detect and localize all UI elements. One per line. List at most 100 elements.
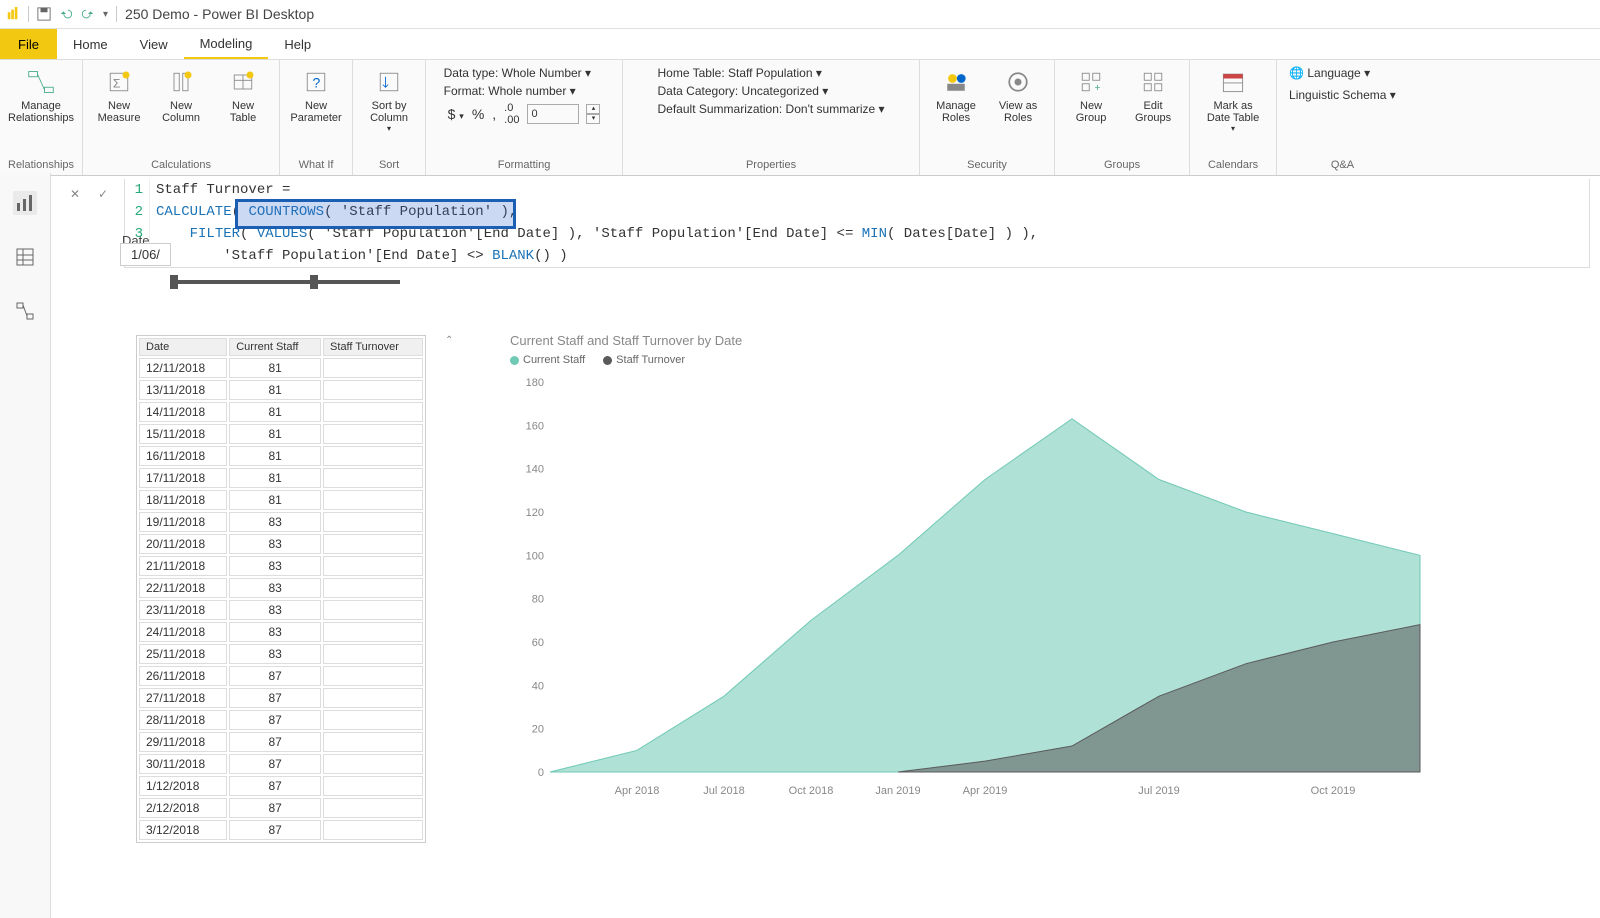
qat-dropdown-icon[interactable]: ▾ xyxy=(103,9,108,20)
app-icon xyxy=(6,7,20,21)
tab-view[interactable]: View xyxy=(124,29,184,59)
manage-roles-button[interactable]: Manage Roles xyxy=(928,64,984,124)
table-row[interactable]: 30/11/201887 xyxy=(139,754,423,774)
table-row[interactable]: 20/11/201883 xyxy=(139,534,423,554)
group-properties-label: Properties xyxy=(746,159,796,173)
manage-relationships-button[interactable]: Manage Relationships xyxy=(13,64,69,124)
svg-text:Jul 2019: Jul 2019 xyxy=(1138,785,1180,797)
tab-modeling[interactable]: Modeling xyxy=(184,29,269,59)
table-row[interactable]: 26/11/201887 xyxy=(139,666,423,686)
table-row[interactable]: 2/12/201887 xyxy=(139,798,423,818)
new-column-button[interactable]: New Column xyxy=(153,64,209,124)
new-table-button[interactable]: New Table xyxy=(215,64,271,124)
data-table[interactable]: Date Current Staff Staff Turnover 12/11/… xyxy=(136,335,426,843)
format-dropdown[interactable]: Format: Whole number ▾ xyxy=(444,84,605,98)
home-table-dropdown[interactable]: Home Table: Staff Population ▾ xyxy=(658,66,885,80)
table-row[interactable]: 27/11/201887 xyxy=(139,688,423,708)
sort-by-column-button[interactable]: Sort by Column▾ xyxy=(361,64,417,133)
report-view-button[interactable] xyxy=(13,191,37,215)
table-row[interactable]: 14/11/201881 xyxy=(139,402,423,422)
report-canvas: ✕ ✓ 1Staff Turnover = 2CALCULATE( COUNTR… xyxy=(50,173,1600,900)
svg-text:80: 80 xyxy=(532,594,544,606)
group-relationships-label: Relationships xyxy=(8,159,74,173)
formula-editor[interactable]: 1Staff Turnover = 2CALCULATE( COUNTROWS(… xyxy=(124,179,1590,268)
view-as-roles-button[interactable]: View as Roles xyxy=(990,64,1046,124)
data-category-dropdown[interactable]: Data Category: Uncategorized ▾ xyxy=(658,84,885,98)
decimals-input[interactable]: 0 xyxy=(527,104,579,124)
data-type-dropdown[interactable]: Data type: Whole Number ▾ xyxy=(444,66,605,80)
new-parameter-button[interactable]: ?New Parameter xyxy=(288,64,344,124)
svg-text:Apr 2019: Apr 2019 xyxy=(963,785,1008,797)
title-bar: ▾ 250 Demo - Power BI Desktop xyxy=(0,0,1600,29)
group-security-label: Security xyxy=(967,159,1007,173)
table-row[interactable]: 15/11/201881 xyxy=(139,424,423,444)
table-row[interactable]: 13/11/201881 xyxy=(139,380,423,400)
date-filter-value[interactable]: 1/06/ xyxy=(120,243,171,266)
parameter-icon: ? xyxy=(300,66,332,98)
model-view-button[interactable] xyxy=(13,299,37,323)
svg-text:Oct 2018: Oct 2018 xyxy=(789,785,834,797)
chevron-down-icon: ▾ xyxy=(822,84,828,98)
table-row[interactable]: 23/11/201883 xyxy=(139,600,423,620)
ribbon: Manage Relationships Relationships ΣNew … xyxy=(0,60,1600,176)
mark-date-table-button[interactable]: Mark as Date Table▾ xyxy=(1198,64,1268,133)
table-row[interactable]: 24/11/201883 xyxy=(139,622,423,642)
data-view-button[interactable] xyxy=(13,245,37,269)
group-calculations-label: Calculations xyxy=(151,159,211,173)
table-row[interactable]: 1/12/201887 xyxy=(139,776,423,796)
new-column-icon xyxy=(165,66,197,98)
new-group-button[interactable]: +New Group xyxy=(1063,64,1119,124)
commit-formula-button[interactable]: ✓ xyxy=(92,183,114,205)
table-row[interactable]: 22/11/201883 xyxy=(139,578,423,598)
save-icon[interactable] xyxy=(37,7,51,21)
chevron-down-icon: ▾ xyxy=(1364,66,1370,80)
chevron-down-icon: ▾ xyxy=(585,66,591,80)
chevron-down-icon: ▾ xyxy=(1390,88,1396,102)
table-row[interactable]: 29/11/201887 xyxy=(139,732,423,752)
table-row[interactable]: 18/11/201881 xyxy=(139,490,423,510)
undo-icon[interactable] xyxy=(59,7,73,21)
formula-bar: ✕ ✓ 1Staff Turnover = 2CALCULATE( COUNTR… xyxy=(64,179,1590,275)
table-row[interactable]: 25/11/201883 xyxy=(139,644,423,664)
linguistic-schema-dropdown[interactable]: Linguistic Schema ▾ xyxy=(1289,88,1396,102)
tab-home[interactable]: Home xyxy=(57,29,124,59)
svg-text:Jul 2018: Jul 2018 xyxy=(703,785,745,797)
file-menu[interactable]: File xyxy=(0,29,57,59)
col-current-staff: Current Staff xyxy=(229,338,321,356)
table-row[interactable]: 28/11/201887 xyxy=(139,710,423,730)
view-roles-icon xyxy=(1002,66,1034,98)
svg-text:20: 20 xyxy=(532,724,544,736)
window-title: 250 Demo - Power BI Desktop xyxy=(125,6,314,22)
decimals-stepper[interactable]: ▴▾ xyxy=(586,104,600,124)
table-row[interactable]: 3/12/201887 xyxy=(139,820,423,840)
date-slider[interactable] xyxy=(170,280,400,284)
decimal-icon: .0.00 xyxy=(504,102,519,126)
new-table-icon xyxy=(227,66,259,98)
percent-button[interactable]: % xyxy=(472,106,484,122)
edit-groups-button[interactable]: Edit Groups xyxy=(1125,64,1181,124)
svg-text:+: + xyxy=(1095,82,1101,94)
tab-help[interactable]: Help xyxy=(268,29,327,59)
table-row[interactable]: 17/11/201881 xyxy=(139,468,423,488)
chart-title: Current Staff and Staff Turnover by Date xyxy=(510,333,1570,348)
menu-bar: File Home View Modeling Help xyxy=(0,29,1600,60)
table-row[interactable]: 19/11/201883 xyxy=(139,512,423,532)
new-measure-button[interactable]: ΣNew Measure xyxy=(91,64,147,124)
table-row[interactable]: 21/11/201883 xyxy=(139,556,423,576)
new-measure-icon: Σ xyxy=(103,66,135,98)
chart-visual[interactable]: Current Staff and Staff Turnover by Date… xyxy=(510,333,1570,813)
table-scrollbar[interactable]: ⌃ xyxy=(445,335,457,815)
summarization-dropdown[interactable]: Default Summarization: Don't summarize ▾ xyxy=(658,102,885,116)
currency-button[interactable]: $ ▾ xyxy=(448,106,464,122)
language-dropdown[interactable]: 🌐 Language ▾ xyxy=(1289,66,1396,80)
group-calendars-label: Calendars xyxy=(1208,159,1258,173)
cancel-formula-button[interactable]: ✕ xyxy=(64,183,86,205)
group-qa-label: Q&A xyxy=(1331,159,1354,173)
comma-button[interactable]: , xyxy=(492,106,496,122)
redo-icon[interactable] xyxy=(81,7,95,21)
svg-text:120: 120 xyxy=(526,507,544,519)
table-row[interactable]: 12/11/201881 xyxy=(139,358,423,378)
svg-text:100: 100 xyxy=(526,550,544,562)
table-row[interactable]: 16/11/201881 xyxy=(139,446,423,466)
group-whatif-label: What If xyxy=(299,159,334,173)
